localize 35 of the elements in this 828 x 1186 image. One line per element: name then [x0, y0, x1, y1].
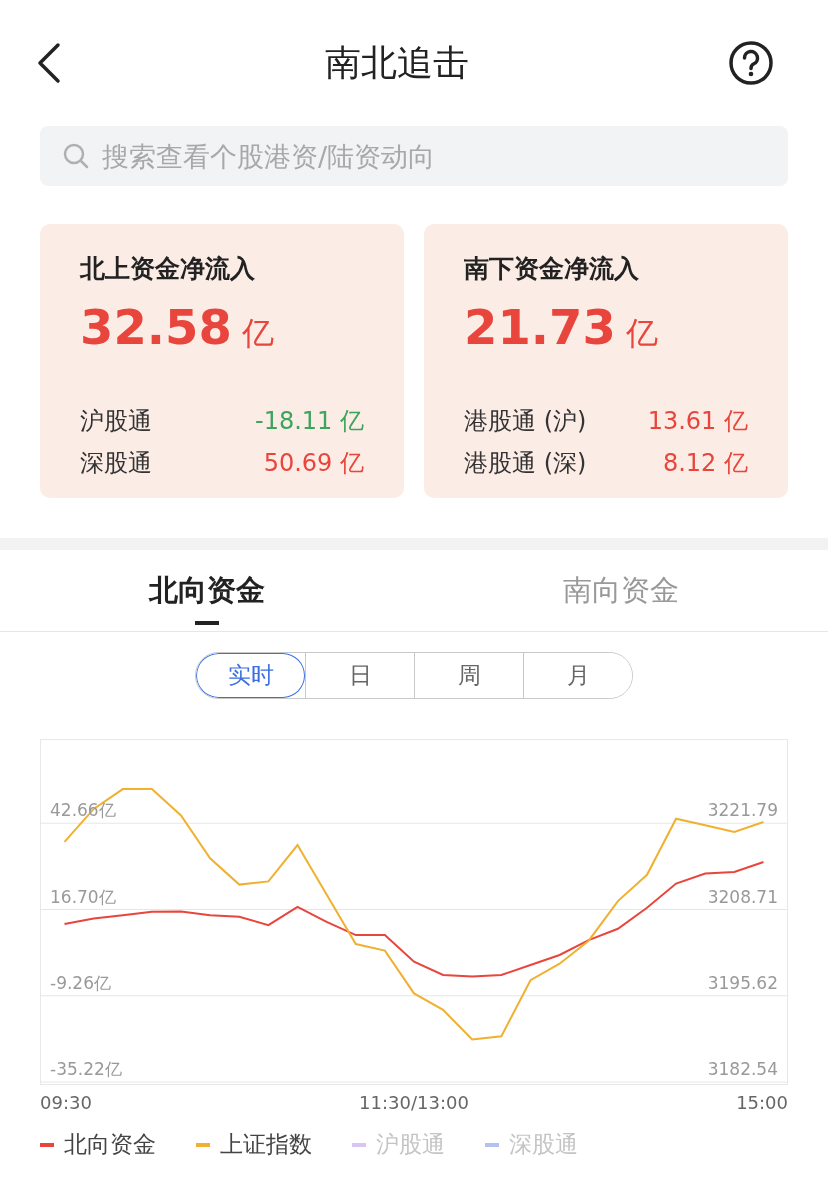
channel-label: 港股通 (沪)	[464, 406, 587, 437]
axis-label: 3221.79	[707, 800, 778, 821]
amount-unit: 亿	[241, 313, 274, 354]
legend-label[interactable]: 北向资金	[64, 1129, 156, 1160]
channel-value: -18.11 亿	[255, 406, 364, 437]
legend-swatch	[196, 1142, 210, 1147]
period-button[interactable]: 实时	[196, 653, 305, 698]
channel-label: 沪股通	[80, 406, 152, 437]
period-button[interactable]: 月	[523, 653, 632, 698]
axis-label: -35.22亿	[50, 1059, 122, 1080]
search-input[interactable]: 搜索查看个股港资/陆资动向	[100, 139, 766, 173]
net-inflow-amount: 32.58	[80, 299, 232, 355]
search-icon	[62, 142, 90, 170]
channel-value: 50.69 亿	[263, 448, 364, 479]
axis-label: 3208.71	[707, 886, 778, 907]
channel-label: 港股通 (深)	[464, 448, 587, 479]
page-title: 南北追击	[325, 40, 469, 85]
amount-unit: 亿	[625, 313, 658, 354]
axis-label: 15:00	[736, 1092, 788, 1113]
legend-label[interactable]: 上证指数	[220, 1129, 312, 1160]
axis-label: 3195.62	[707, 972, 778, 993]
axis-label: 3182.54	[707, 1059, 778, 1080]
direction-tab[interactable]: 北向资金	[0, 550, 414, 631]
axis-label: -9.26亿	[50, 972, 111, 993]
channel-value: 13.61 亿	[647, 406, 748, 437]
axis-label: 09:30	[40, 1092, 92, 1113]
card-title: 北上资金净流入	[80, 253, 256, 285]
card-title: 南下资金净流入	[464, 253, 640, 285]
channel-value: 8.12 亿	[662, 448, 748, 479]
legend-swatch	[40, 1142, 54, 1147]
net-inflow-amount: 21.73	[464, 299, 616, 355]
channel-label: 深股通	[80, 448, 152, 479]
axis-label: 16.70亿	[50, 886, 116, 907]
search-field[interactable]: 搜索查看个股港资/陆资动向	[40, 126, 788, 186]
axis-label: 11:30/13:00	[359, 1092, 469, 1113]
